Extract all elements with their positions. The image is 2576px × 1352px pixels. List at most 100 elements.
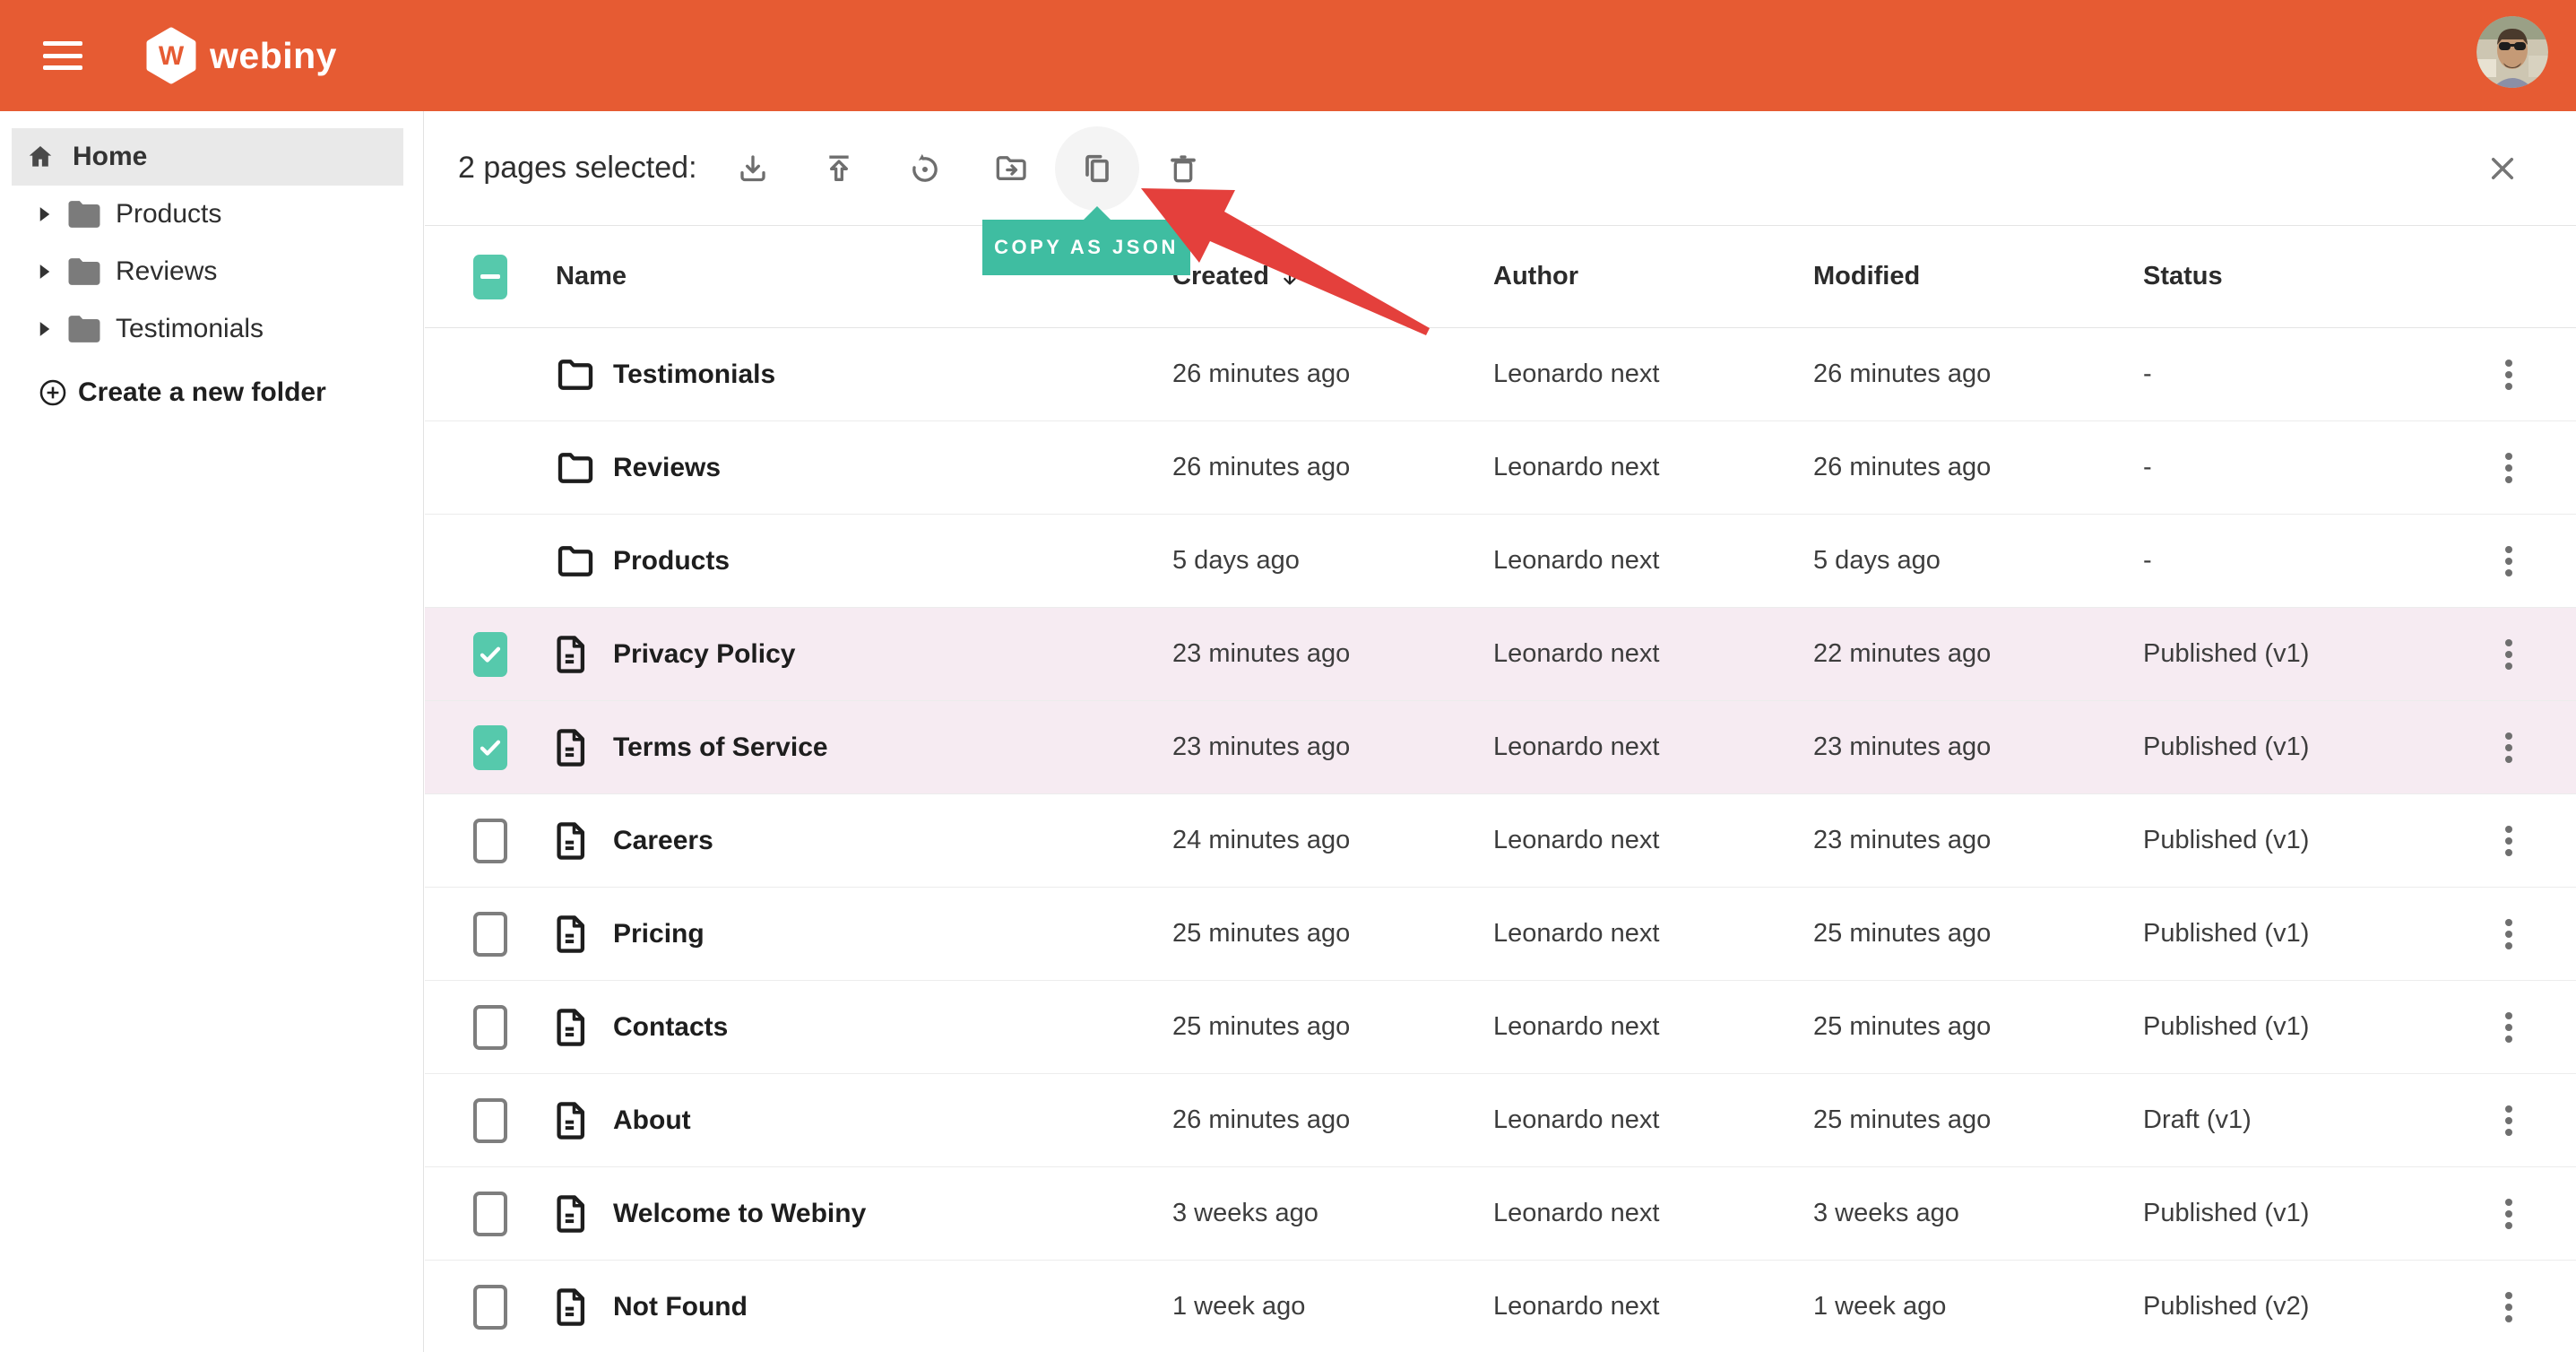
row-name[interactable]: Products bbox=[613, 546, 1172, 576]
row-status: - bbox=[2143, 453, 2475, 482]
column-header-created[interactable]: Created bbox=[1172, 262, 1493, 291]
row-modified: 26 minutes ago bbox=[1813, 453, 2143, 482]
table-row[interactable]: Testimonials26 minutes agoLeonardo next2… bbox=[425, 328, 2576, 421]
select-all-checkbox[interactable] bbox=[473, 255, 507, 299]
document-icon bbox=[556, 820, 613, 862]
row-status: Published (v1) bbox=[2143, 1012, 2475, 1042]
row-checkbox[interactable] bbox=[473, 1285, 507, 1330]
document-icon bbox=[556, 1287, 613, 1328]
row-status: Published (v1) bbox=[2143, 826, 2475, 855]
table-row[interactable]: Products5 days agoLeonardo next5 days ag… bbox=[425, 515, 2576, 608]
row-created: 24 minutes ago bbox=[1172, 826, 1493, 855]
restore-icon[interactable] bbox=[907, 151, 943, 186]
row-checkbox[interactable] bbox=[473, 1098, 507, 1143]
folder-icon bbox=[556, 451, 613, 485]
row-name[interactable]: Reviews bbox=[613, 453, 1172, 483]
column-header-modified[interactable]: Modified bbox=[1813, 262, 2143, 291]
document-icon bbox=[556, 914, 613, 955]
row-name[interactable]: Testimonials bbox=[613, 360, 1172, 390]
column-header-author[interactable]: Author bbox=[1493, 262, 1813, 291]
row-menu-button[interactable] bbox=[2500, 1193, 2518, 1235]
row-created: 25 minutes ago bbox=[1172, 919, 1493, 949]
row-modified: 1 week ago bbox=[1813, 1292, 2143, 1322]
row-menu-button[interactable] bbox=[2500, 634, 2518, 675]
row-name[interactable]: Not Found bbox=[613, 1292, 1172, 1322]
row-author: Leonardo next bbox=[1493, 1199, 1813, 1228]
row-created: 5 days ago bbox=[1172, 546, 1493, 576]
row-menu-button[interactable] bbox=[2500, 820, 2518, 862]
row-menu-button[interactable] bbox=[2500, 354, 2518, 395]
menu-icon[interactable] bbox=[43, 41, 82, 70]
copy-icon[interactable] bbox=[1079, 151, 1115, 186]
webiny-logo[interactable]: W webiny bbox=[145, 27, 337, 84]
document-icon bbox=[556, 1007, 613, 1048]
row-modified: 3 weeks ago bbox=[1813, 1199, 2143, 1228]
app-header: W webiny bbox=[0, 0, 2576, 111]
row-menu-button[interactable] bbox=[2500, 1287, 2518, 1328]
row-name[interactable]: Welcome to Webiny bbox=[613, 1199, 1172, 1229]
user-avatar[interactable] bbox=[2477, 16, 2548, 88]
row-created: 26 minutes ago bbox=[1172, 1105, 1493, 1135]
table-row[interactable]: Careers24 minutes agoLeonardo next23 min… bbox=[425, 794, 2576, 888]
row-modified: 5 days ago bbox=[1813, 546, 2143, 576]
delete-icon[interactable] bbox=[1165, 151, 1201, 186]
table-row[interactable]: Privacy Policy23 minutes agoLeonardo nex… bbox=[425, 608, 2576, 701]
row-author: Leonardo next bbox=[1493, 732, 1813, 762]
row-checkbox[interactable] bbox=[473, 1192, 507, 1236]
row-checkbox[interactable] bbox=[473, 725, 507, 770]
copy-as-json-tooltip: COPY AS JSON bbox=[982, 220, 1190, 275]
row-menu-button[interactable] bbox=[2500, 1100, 2518, 1141]
row-menu-button[interactable] bbox=[2500, 447, 2518, 489]
row-menu-button[interactable] bbox=[2500, 1007, 2518, 1048]
row-created: 26 minutes ago bbox=[1172, 360, 1493, 389]
row-menu-button[interactable] bbox=[2500, 541, 2518, 582]
table-row[interactable]: Not Found1 week agoLeonardo next1 week a… bbox=[425, 1261, 2576, 1352]
row-status: Published (v2) bbox=[2143, 1292, 2475, 1322]
home-icon bbox=[25, 143, 56, 171]
create-folder-button[interactable]: Create a new folder bbox=[0, 364, 423, 421]
sidebar-item-home[interactable]: Home bbox=[12, 128, 403, 186]
row-status: Published (v1) bbox=[2143, 919, 2475, 949]
row-name[interactable]: Pricing bbox=[613, 919, 1172, 949]
download-icon[interactable] bbox=[735, 151, 771, 186]
row-author: Leonardo next bbox=[1493, 639, 1813, 669]
table-row[interactable]: Welcome to Webiny3 weeks agoLeonardo nex… bbox=[425, 1167, 2576, 1261]
row-author: Leonardo next bbox=[1493, 453, 1813, 482]
sidebar-item-reviews[interactable]: Reviews bbox=[0, 243, 423, 300]
row-checkbox[interactable] bbox=[473, 1005, 507, 1050]
export-icon[interactable] bbox=[821, 151, 857, 186]
chevron-right-icon[interactable] bbox=[39, 321, 51, 337]
sidebar-item-testimonials[interactable]: Testimonials bbox=[0, 300, 423, 358]
table-row[interactable]: Pricing25 minutes agoLeonardo next25 min… bbox=[425, 888, 2576, 981]
row-menu-button[interactable] bbox=[2500, 727, 2518, 768]
row-name[interactable]: Careers bbox=[613, 826, 1172, 856]
table-body: Testimonials26 minutes agoLeonardo next2… bbox=[425, 328, 2576, 1352]
column-header-status[interactable]: Status bbox=[2143, 262, 2475, 291]
table-row[interactable]: Reviews26 minutes agoLeonardo next26 min… bbox=[425, 421, 2576, 515]
row-status: - bbox=[2143, 546, 2475, 576]
row-modified: 23 minutes ago bbox=[1813, 732, 2143, 762]
table-row[interactable]: Terms of Service 23 minutes agoLeonardo n… bbox=[425, 701, 2576, 794]
row-checkbox[interactable] bbox=[473, 632, 507, 677]
row-author: Leonardo next bbox=[1493, 360, 1813, 389]
row-status: Published (v1) bbox=[2143, 1199, 2475, 1228]
close-icon[interactable] bbox=[2485, 151, 2520, 186]
table-row[interactable]: Contacts25 minutes agoLeonardo next25 mi… bbox=[425, 981, 2576, 1074]
move-to-folder-icon[interactable] bbox=[993, 151, 1029, 186]
row-checkbox[interactable] bbox=[473, 819, 507, 863]
selection-toolbar: 2 pages selected: bbox=[425, 111, 2576, 226]
sort-desc-icon bbox=[1278, 264, 1301, 290]
row-name[interactable]: Privacy Policy bbox=[613, 639, 1172, 670]
row-menu-button[interactable] bbox=[2500, 914, 2518, 955]
row-name[interactable]: Contacts bbox=[613, 1012, 1172, 1043]
row-author: Leonardo next bbox=[1493, 826, 1813, 855]
row-checkbox[interactable] bbox=[473, 912, 507, 957]
row-created: 25 minutes ago bbox=[1172, 1012, 1493, 1042]
chevron-right-icon[interactable] bbox=[39, 206, 51, 222]
chevron-right-icon[interactable] bbox=[39, 264, 51, 280]
row-name[interactable]: About bbox=[613, 1105, 1172, 1136]
row-name[interactable]: Terms of Service bbox=[613, 732, 1172, 763]
row-created: 3 weeks ago bbox=[1172, 1199, 1493, 1228]
table-row[interactable]: About26 minutes agoLeonardo next25 minut… bbox=[425, 1074, 2576, 1167]
sidebar-item-products[interactable]: Products bbox=[0, 186, 423, 243]
